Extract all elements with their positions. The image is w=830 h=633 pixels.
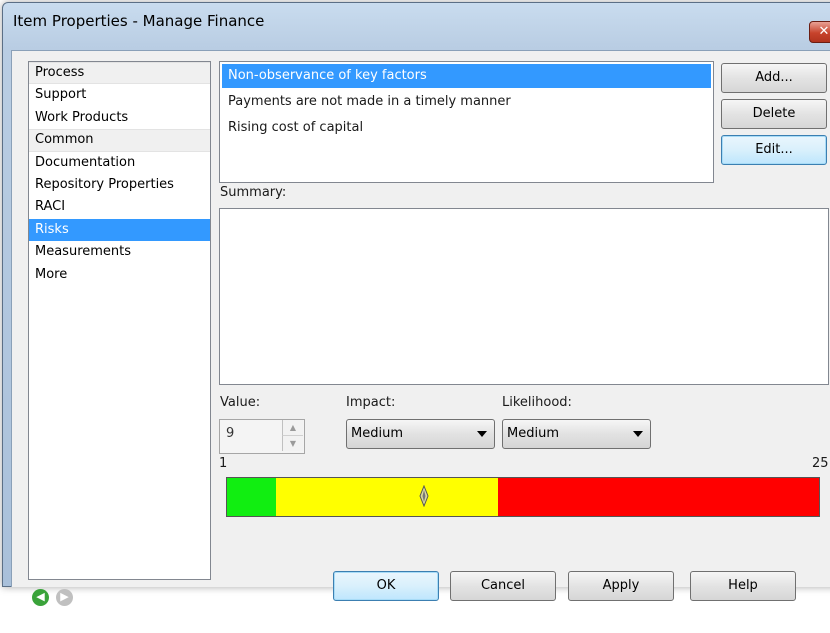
back-arrow-icon[interactable]: ◀ — [32, 589, 49, 606]
nav-item[interactable]: Risks — [29, 218, 210, 242]
gauge-zone-low — [227, 478, 277, 516]
ok-button[interactable]: OK — [333, 571, 439, 601]
nav-item[interactable]: RACI — [29, 196, 210, 218]
risk-list-item[interactable]: Rising cost of capital — [222, 116, 711, 140]
dialog-client-area: Process Support Work Products Common Documen… — [11, 50, 830, 606]
value-spinbox[interactable]: 9 ▲ ▼ — [219, 419, 305, 454]
risk-list-item[interactable]: Payments are not made in a timely manner — [222, 90, 711, 114]
impact-label: Impact: — [346, 395, 396, 410]
summary-textarea[interactable] — [219, 208, 829, 385]
category-nav: Process Support Work Products Common Documen… — [28, 61, 211, 580]
value-text: 9 — [226, 426, 235, 441]
cancel-button[interactable]: Cancel — [450, 571, 556, 601]
risk-gauge — [226, 477, 820, 517]
likelihood-label: Likelihood: — [502, 395, 572, 410]
risk-list[interactable]: Non-observance of key factors Payments ar… — [219, 61, 714, 183]
nav-item[interactable]: Support — [29, 84, 210, 106]
nav-item[interactable]: Measurements — [29, 241, 210, 263]
nav-item[interactable]: Repository Properties — [29, 174, 210, 196]
spin-down-icon: ▼ — [289, 439, 297, 448]
chevron-down-icon — [477, 431, 487, 437]
gauge-max-label: 25 — [812, 456, 829, 471]
forward-arrow-icon[interactable]: ▶ — [56, 589, 73, 606]
nav-section-header[interactable]: Common — [29, 129, 210, 152]
gauge-min-label: 1 — [219, 456, 228, 471]
spin-down-button[interactable]: ▼ — [282, 436, 303, 451]
close-icon: ✕ — [818, 24, 830, 39]
close-button[interactable]: ✕ — [809, 21, 830, 43]
add-button[interactable]: Add... — [721, 63, 827, 93]
apply-button[interactable]: Apply — [568, 571, 674, 601]
summary-label: Summary: — [220, 185, 287, 200]
risk-list-item[interactable]: Non-observance of key factors — [222, 64, 711, 88]
window-title: Item Properties - Manage Finance — [13, 12, 265, 30]
gauge-zone-high — [498, 478, 819, 516]
delete-button[interactable]: Delete — [721, 99, 827, 129]
dialog-window: Item Properties - Manage Finance ✕ Proce… — [2, 2, 830, 606]
spin-up-icon: ▲ — [289, 423, 297, 432]
nav-item[interactable]: More — [29, 264, 210, 286]
help-button[interactable]: Help — [690, 571, 796, 601]
value-label: Value: — [220, 395, 261, 410]
nav-section-header[interactable]: Process — [29, 62, 210, 85]
chevron-down-icon — [633, 431, 643, 437]
impact-value: Medium — [351, 426, 403, 441]
likelihood-value: Medium — [507, 426, 559, 441]
likelihood-dropdown[interactable]: Medium — [502, 419, 651, 449]
nav-item[interactable]: Work Products — [29, 107, 210, 129]
spin-up-button[interactable]: ▲ — [282, 420, 303, 436]
nav-item[interactable]: Documentation — [29, 152, 210, 174]
title-bar[interactable]: Item Properties - Manage Finance ✕ — [3, 3, 830, 43]
impact-dropdown[interactable]: Medium — [346, 419, 495, 449]
edit-button[interactable]: Edit... — [721, 135, 827, 165]
gauge-marker-icon — [419, 485, 429, 507]
gauge-zone-medium — [276, 478, 499, 516]
